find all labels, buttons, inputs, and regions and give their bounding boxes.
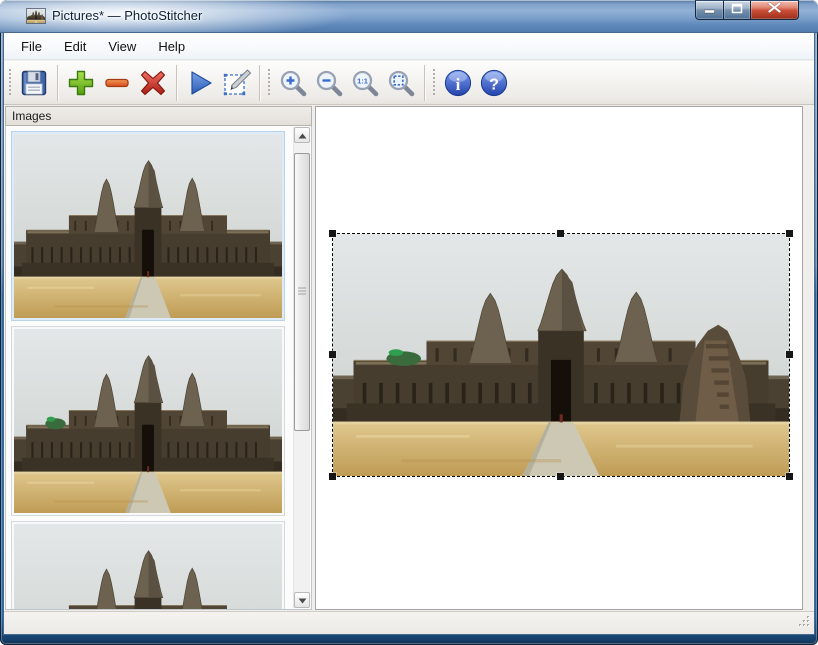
orange-minus-icon [101, 67, 133, 99]
crop-handle-mid-right[interactable] [786, 351, 793, 358]
crop-button[interactable] [218, 64, 254, 102]
magnifier-minus-icon [313, 67, 345, 99]
thumbnail-photo-2 [14, 329, 282, 513]
zoom-actual-button[interactable]: 1:1 [347, 64, 383, 102]
help-button[interactable]: ? [476, 64, 512, 102]
toolbar-separator [259, 65, 260, 101]
svg-text:1:1: 1:1 [357, 76, 368, 85]
toolbar: 1:1 i [4, 61, 814, 105]
toolbar-separator [176, 65, 177, 101]
toolbar-separator [424, 65, 425, 101]
thumbnail-item-2[interactable] [11, 326, 285, 516]
scroll-up-button[interactable] [294, 127, 310, 143]
toolbar-grip[interactable] [8, 69, 12, 97]
minimize-icon [703, 1, 716, 19]
remove-image-button[interactable] [99, 64, 135, 102]
play-icon [184, 67, 216, 99]
minimize-button[interactable] [695, 0, 724, 20]
crop-handle-top-left[interactable] [329, 230, 336, 237]
green-plus-icon [65, 67, 97, 99]
svg-text:i: i [456, 75, 461, 94]
crop-handle-top-center[interactable] [557, 230, 564, 237]
zoom-out-button[interactable] [311, 64, 347, 102]
close-icon [767, 1, 782, 19]
toolbar-grip[interactable] [267, 69, 271, 97]
images-panel-title: Images [12, 109, 51, 123]
client-area: File Edit View Help [4, 33, 814, 634]
status-bar [4, 611, 814, 634]
red-x-icon [137, 67, 169, 99]
menu-view[interactable]: View [97, 34, 147, 59]
window-title: Pictures* — PhotoStitcher [52, 0, 202, 33]
save-button[interactable] [16, 64, 52, 102]
zoom-in-button[interactable] [275, 64, 311, 102]
app-icon[interactable] [27, 9, 45, 23]
thumbnail-photo-1 [14, 134, 282, 318]
thumbnail-item-3[interactable] [11, 521, 285, 610]
arrow-up-icon [298, 126, 307, 144]
preview-canvas[interactable] [315, 106, 803, 610]
arrow-down-icon [298, 591, 307, 609]
images-panel: Images [5, 106, 312, 610]
scrollbar-grip [298, 288, 306, 297]
magnifier-1-1-icon: 1:1 [349, 67, 381, 99]
menu-file[interactable]: File [10, 34, 53, 59]
zoom-fit-button[interactable] [383, 64, 419, 102]
maximize-icon [731, 1, 743, 19]
title-bar[interactable]: Pictures* — PhotoStitcher [0, 0, 818, 33]
close-button[interactable] [750, 0, 799, 20]
toolbar-grip[interactable] [432, 69, 436, 97]
thumbnail-photo-3 [14, 524, 282, 610]
svg-text:?: ? [489, 76, 499, 93]
stitched-panorama [333, 234, 789, 476]
photostitcher-window: Pictures* — PhotoStitcher File Edit View… [0, 0, 818, 645]
crop-handle-bottom-center[interactable] [557, 473, 564, 480]
crop-pen-icon [220, 67, 252, 99]
about-button[interactable]: i [440, 64, 476, 102]
info-icon: i [442, 67, 474, 99]
magnifier-fit-icon [385, 67, 417, 99]
crop-handle-bottom-left[interactable] [329, 473, 336, 480]
resize-grip[interactable] [798, 615, 811, 631]
clear-images-button[interactable] [135, 64, 171, 102]
scroll-down-button[interactable] [294, 592, 310, 608]
scrollbar-thumb[interactable] [294, 153, 310, 431]
crop-handle-bottom-right[interactable] [786, 473, 793, 480]
menu-edit[interactable]: Edit [53, 34, 97, 59]
caption-buttons [695, 0, 799, 20]
floppy-disk-icon [18, 67, 50, 99]
magnifier-plus-icon [277, 67, 309, 99]
thumbnail-item-1[interactable] [11, 131, 285, 321]
menu-help[interactable]: Help [147, 34, 196, 59]
maximize-button[interactable] [723, 0, 751, 20]
vertical-scrollbar[interactable] [293, 127, 310, 608]
stitch-button[interactable] [182, 64, 218, 102]
add-images-button[interactable] [63, 64, 99, 102]
image-list[interactable] [5, 126, 312, 610]
toolbar-separator [57, 65, 58, 101]
images-panel-header[interactable]: Images [5, 106, 312, 126]
crop-handle-mid-left[interactable] [329, 351, 336, 358]
crop-handle-top-right[interactable] [786, 230, 793, 237]
menu-bar: File Edit View Help [4, 33, 814, 60]
question-icon: ? [478, 67, 510, 99]
crop-selection[interactable] [332, 233, 790, 477]
